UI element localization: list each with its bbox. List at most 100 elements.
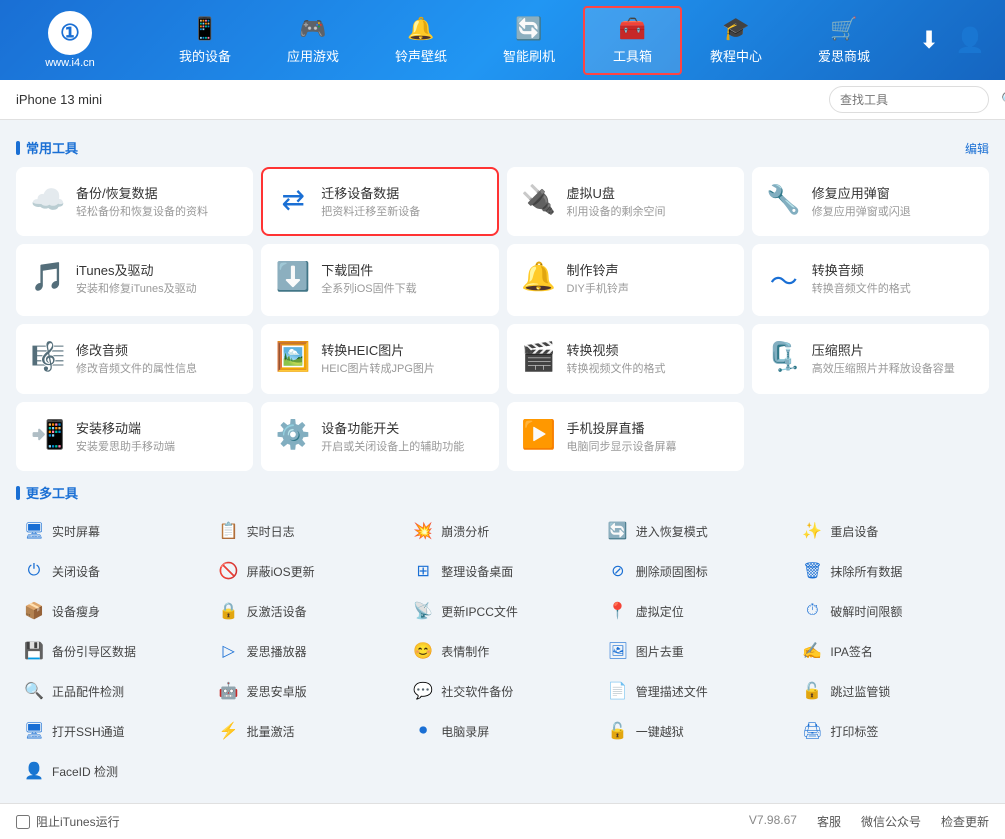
recovery-icon: 🔄: [608, 521, 628, 541]
nav-item-ringtone[interactable]: 🔔 铃声壁纸: [367, 6, 475, 75]
search-box[interactable]: 🔍: [829, 86, 989, 113]
more-tool-ipcc[interactable]: 📡 更新IPCC文件: [405, 592, 600, 630]
more-tool-android[interactable]: 🤖 爱思安卓版: [211, 672, 406, 710]
location-icon: 📍: [608, 601, 628, 621]
more-tool-label-wipe: 抹除所有数据: [830, 563, 902, 580]
more-tool-del-icon[interactable]: ⊘ 删除顽固图标: [600, 552, 795, 590]
tool-convert-audio[interactable]: 〜 转换音频 转换音频文件的格式: [752, 244, 989, 316]
main-content: 常用工具 编辑 ☁️ 备份/恢复数据 轻松备份和恢复设备的资料 ⇄ 迁移设备数据…: [0, 120, 1005, 803]
search-input[interactable]: [840, 93, 995, 107]
nav-item-apps[interactable]: 🎮 应用游戏: [259, 6, 367, 75]
nav-item-smart-flash[interactable]: 🔄 智能刷机: [475, 6, 583, 75]
tool-firmware[interactable]: ⬇️ 下载固件 全系列iOS固件下载: [261, 244, 498, 316]
logo-icon[interactable]: ①: [48, 11, 92, 55]
footer-check-update[interactable]: 检查更新: [941, 813, 989, 830]
more-tool-slim[interactable]: 📦 设备瘦身: [16, 592, 211, 630]
device-name: iPhone 13 mini: [16, 92, 102, 107]
tool-virtual-usb[interactable]: 🔌 虚拟U盘 利用设备的剩余空间: [507, 167, 744, 236]
more-tool-shutdown[interactable]: ⏻ 关闭设备: [16, 552, 211, 590]
download-icon[interactable]: ⬇: [919, 26, 939, 55]
tool-heic[interactable]: 🖼️ 转换HEIC图片 HEIC图片转成JPG图片: [261, 324, 498, 393]
more-tool-batch[interactable]: ⚡ 批量激活: [211, 712, 406, 750]
user-icon[interactable]: 👤: [955, 26, 985, 55]
more-tool-player[interactable]: ▷ 爱思播放器: [211, 632, 406, 670]
more-tool-organize[interactable]: ⊞ 整理设备桌面: [405, 552, 600, 590]
more-tool-log[interactable]: 📋 实时日志: [211, 512, 406, 550]
tool-name-usb: 虚拟U盘: [567, 183, 730, 202]
block-itunes-checkbox[interactable]: [16, 815, 30, 829]
more-tool-skip-super[interactable]: 🔓 跳过监管锁: [794, 672, 989, 710]
tool-fix-app[interactable]: 🔧 修复应用弹窗 修复应用弹窗或闪退: [752, 167, 989, 236]
tool-device-features[interactable]: ⚙️ 设备功能开关 开启或关闭设备上的辅助功能: [261, 402, 498, 471]
more-tool-label-crash: 崩溃分析: [441, 523, 489, 540]
more-tool-wipe[interactable]: 🗑 抹除所有数据: [794, 552, 989, 590]
nav-item-toolbox[interactable]: 🧰 工具箱: [583, 6, 682, 75]
tool-compress[interactable]: 🗜️ 压缩照片 高效压缩照片并释放设备容量: [752, 324, 989, 393]
tool-ringtone[interactable]: 🔔 制作铃声 DIY手机铃声: [507, 244, 744, 316]
more-tool-photo-dedup[interactable]: 🖼 图片去重: [600, 632, 795, 670]
ipa-icon: ✍: [802, 641, 822, 661]
tool-install-mobile[interactable]: 📲 安装移动端 安装爱思助手移动端: [16, 402, 253, 471]
logo-area: ① www.i4.cn: [10, 11, 130, 69]
more-tool-label-android: 爱思安卓版: [247, 683, 307, 700]
more-tool-social[interactable]: 💬 社交软件备份: [405, 672, 600, 710]
faceid-icon: 👤: [24, 761, 44, 781]
tool-screen-mirror[interactable]: ▶️ 手机投屏直播 电脑同步显示设备屏幕: [507, 402, 744, 471]
footer-customer-service[interactable]: 客服: [817, 813, 841, 830]
more-tool-jailbreak[interactable]: 🔓 一键越狱: [600, 712, 795, 750]
time-limit-icon: ⏱: [802, 602, 822, 620]
tool-video[interactable]: 🎬 转换视频 转换视频文件的格式: [507, 324, 744, 393]
record-icon: ⏺: [413, 722, 433, 740]
more-tool-location[interactable]: 📍 虚拟定位: [600, 592, 795, 630]
tool-name-video: 转换视频: [567, 340, 730, 359]
log-icon: 📋: [219, 521, 239, 541]
sub-header: iPhone 13 mini 🔍: [0, 80, 1005, 120]
more-tool-ipa[interactable]: ✍ IPA签名: [794, 632, 989, 670]
more-tool-label-time: 破解时间限额: [830, 603, 902, 620]
nav-item-store[interactable]: 🛒 爱思商城: [790, 6, 898, 75]
more-tool-genuine[interactable]: 🔍 正品配件检测: [16, 672, 211, 710]
more-tool-desc[interactable]: 📄 管理描述文件: [600, 672, 795, 710]
more-tool-label-log: 实时日志: [247, 523, 295, 540]
footer-checkbox-area: 阻止iTunes运行: [16, 813, 120, 830]
more-tool-recovery[interactable]: 🔄 进入恢复模式: [600, 512, 795, 550]
more-tool-emoji[interactable]: 😊 表情制作: [405, 632, 600, 670]
toolbox-icon: 🧰: [619, 16, 646, 42]
block-update-icon: 🚫: [219, 561, 239, 581]
tool-name-itunes: iTunes及驱动: [76, 260, 239, 279]
nav-item-tutorial[interactable]: 🎓 教程中心: [682, 6, 790, 75]
more-tool-crash[interactable]: 💥 崩溃分析: [405, 512, 600, 550]
more-tool-label-ipa: IPA签名: [830, 643, 872, 660]
tool-desc-usb: 利用设备的剩余空间: [567, 205, 730, 220]
more-tool-print[interactable]: 🖨 打印标签: [794, 712, 989, 750]
more-tool-deactivate[interactable]: 🔒 反激活设备: [211, 592, 406, 630]
tool-backup-restore[interactable]: ☁️ 备份/恢复数据 轻松备份和恢复设备的资料: [16, 167, 253, 236]
more-tool-time-limit[interactable]: ⏱ 破解时间限额: [794, 592, 989, 630]
more-tool-ssh[interactable]: 🖥 打开SSH通道: [16, 712, 211, 750]
usb-icon: 🔌: [521, 183, 557, 216]
tool-edit-audio[interactable]: 🎼 修改音频 修改音频文件的属性信息: [16, 324, 253, 393]
footer-wechat[interactable]: 微信公众号: [861, 813, 921, 830]
edit-button[interactable]: 编辑: [965, 140, 989, 157]
realtime-screen-icon: 🖥: [24, 521, 44, 541]
nav-items: 📱 我的设备 🎮 应用游戏 🔔 铃声壁纸 🔄 智能刷机 🧰 工具箱 🎓 教程中心…: [130, 6, 919, 75]
itunes-icon: 🎵: [30, 260, 66, 293]
more-tool-label-record: 电脑录屏: [441, 723, 489, 740]
nav-item-my-device[interactable]: 📱 我的设备: [151, 6, 259, 75]
more-tool-faceid[interactable]: 👤 FaceID 检测: [16, 752, 211, 790]
player-icon: ▷: [219, 641, 239, 661]
more-tool-realtime-screen[interactable]: 🖥 实时屏幕: [16, 512, 211, 550]
emoji-icon: 😊: [413, 641, 433, 661]
more-tool-restart[interactable]: ✨ 重启设备: [794, 512, 989, 550]
crash-icon: 💥: [413, 521, 433, 541]
more-tool-record[interactable]: ⏺ 电脑录屏: [405, 712, 600, 750]
more-tool-label-print: 打印标签: [830, 723, 878, 740]
tool-migrate-data[interactable]: ⇄ 迁移设备数据 把资料迁移至新设备: [261, 167, 498, 236]
more-tool-backup-part[interactable]: 💾 备份引导区数据: [16, 632, 211, 670]
edit-audio-icon: 🎼: [30, 340, 66, 373]
common-tools-grid: ☁️ 备份/恢复数据 轻松备份和恢复设备的资料 ⇄ 迁移设备数据 把资料迁移至新…: [16, 167, 989, 471]
more-tool-label-ipcc: 更新IPCC文件: [441, 603, 518, 620]
more-tool-block-update[interactable]: 🚫 屏蔽iOS更新: [211, 552, 406, 590]
genuine-icon: 🔍: [24, 681, 44, 701]
tool-itunes[interactable]: 🎵 iTunes及驱动 安装和修复iTunes及驱动: [16, 244, 253, 316]
